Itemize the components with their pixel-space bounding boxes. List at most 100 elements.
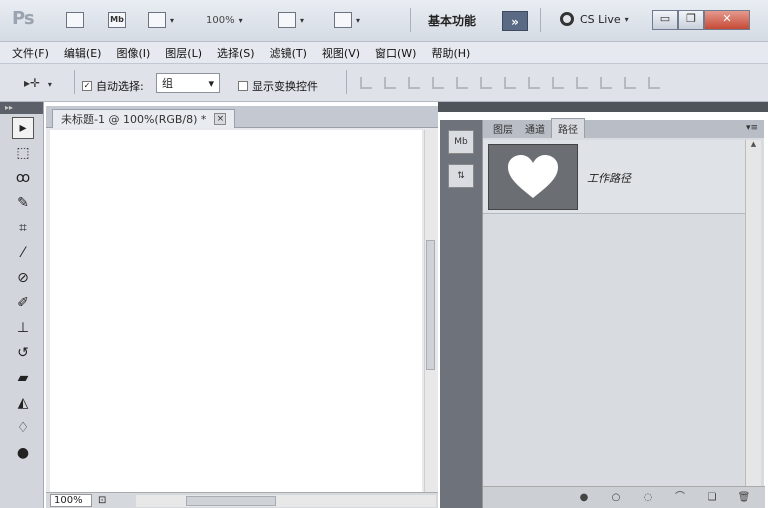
create-new-path-icon[interactable]: ❏ xyxy=(705,492,719,504)
panel-grip[interactable]: ▸▸ xyxy=(0,102,43,114)
document-tab-bar: 未标题-1 @ 100%(RGB/8) * × xyxy=(46,106,438,128)
make-work-path-icon[interactable]: ⌒ xyxy=(673,492,687,504)
document-tab[interactable]: 未标题-1 @ 100%(RGB/8) * × xyxy=(52,109,236,128)
tab-paths[interactable]: 路径 xyxy=(551,118,585,138)
distribute-top-icon[interactable] xyxy=(504,77,516,89)
document-info-icon[interactable]: ⊡ xyxy=(98,495,106,506)
align-right-icon[interactable] xyxy=(480,77,492,89)
menu-file[interactable]: 文件(F) xyxy=(12,45,49,61)
crop-tool-icon[interactable]: ⌗ xyxy=(12,217,34,239)
move-tool-icon[interactable]: ▸ xyxy=(12,117,34,139)
view-extras-icon xyxy=(148,12,166,28)
delete-path-icon[interactable]: 🗑 xyxy=(737,492,751,504)
menu-select[interactable]: 选择(S) xyxy=(217,45,255,61)
launch-mini-bridge-button[interactable]: Mb xyxy=(108,10,126,30)
align-bottom-icon[interactable] xyxy=(408,77,420,89)
panel-dock-header[interactable] xyxy=(438,102,768,112)
distribute-bottom-icon[interactable] xyxy=(552,77,564,89)
lasso-tool-icon[interactable]: ꝏ xyxy=(12,167,34,189)
arrange-documents-icon xyxy=(278,12,296,28)
distribute-left-icon[interactable] xyxy=(576,77,588,89)
tools-panel: ▸▸ ▸ ⬚ ꝏ ✎ ⌗ ⁄ ⊘ ✐ ⊥ ↺ ▰ ◭ ♢ ● xyxy=(0,102,44,508)
scroll-up-icon[interactable]: ▲ xyxy=(746,140,761,148)
menu-window[interactable]: 窗口(W) xyxy=(375,45,416,61)
photoshop-logo: Ps xyxy=(12,8,35,29)
restore-button[interactable]: ❐ xyxy=(678,10,704,30)
chevron-down-icon: ▾ xyxy=(47,80,52,89)
menu-edit[interactable]: 编辑(E) xyxy=(64,45,102,61)
status-zoom-field[interactable]: 100% xyxy=(50,494,92,507)
eyedropper-tool-icon[interactable]: ⁄ xyxy=(12,242,34,264)
launch-bridge-button[interactable] xyxy=(66,10,84,30)
screen-mode-icon xyxy=(334,12,352,28)
distribute-horizontal-center-icon[interactable] xyxy=(600,77,612,89)
healing-brush-tool-icon[interactable]: ⊘ xyxy=(12,267,34,289)
distribute-right-icon[interactable] xyxy=(624,77,636,89)
align-horizontal-center-icon[interactable] xyxy=(456,77,468,89)
mini-bridge-panel-icon[interactable]: Mb xyxy=(448,130,474,154)
auto-select-target-dropdown[interactable]: 组 ▾ xyxy=(156,73,220,93)
brush-tool-icon[interactable]: ✐ xyxy=(12,292,34,314)
distribute-vertical-center-icon[interactable] xyxy=(528,77,540,89)
quick-selection-tool-icon[interactable]: ✎ xyxy=(12,192,34,214)
panel-menu-icon[interactable]: ▾≡ xyxy=(746,123,758,133)
tab-channels[interactable]: 通道 xyxy=(519,119,551,138)
arrange-documents-button[interactable]: ▾ xyxy=(278,10,304,30)
align-left-icon[interactable] xyxy=(432,77,444,89)
auto-select-checkbox[interactable]: ✓ 自动选择: xyxy=(82,78,144,94)
chevron-down-icon: ▾ xyxy=(300,15,305,25)
align-distribute-buttons xyxy=(360,77,672,89)
auto-align-layers-icon[interactable] xyxy=(648,77,660,89)
align-vertical-center-icon[interactable] xyxy=(384,77,396,89)
workspace-switcher[interactable]: 基本功能 xyxy=(428,12,476,29)
heart-shape-icon xyxy=(508,155,558,198)
window-controls: ▭ ❐ ✕ xyxy=(652,10,750,30)
screen-mode-button[interactable]: ▾ xyxy=(334,10,360,30)
path-item[interactable]: 工作路径 xyxy=(483,140,745,214)
cs-live-button[interactable]: CS Live ▾ xyxy=(560,12,629,26)
blur-tool-icon[interactable]: ♢ xyxy=(12,417,34,439)
auto-select-value: 组 xyxy=(162,77,173,90)
close-icon[interactable]: × xyxy=(214,113,227,125)
menu-layer[interactable]: 图层(L) xyxy=(165,45,202,61)
zoom-level-dropdown[interactable]: 100% ▾ xyxy=(206,10,243,30)
panel-scrollbar[interactable]: ▲ xyxy=(745,140,761,486)
mini-bridge-icon: Mb xyxy=(108,12,126,28)
panel-tabs: 图层 通道 路径 ▾≡ xyxy=(483,118,764,138)
divider xyxy=(540,8,541,32)
workspace-overflow-button[interactable]: » xyxy=(502,11,528,31)
tool-preset-picker[interactable]: ▸✛ ▾ xyxy=(24,76,52,90)
menu-help[interactable]: 帮助(H) xyxy=(431,45,470,61)
history-brush-tool-icon[interactable]: ↺ xyxy=(12,342,34,364)
document-canvas[interactable] xyxy=(50,130,422,492)
options-bar: ▸✛ ▾ ✓ 自动选择: 组 ▾ 显示变换控件 xyxy=(0,64,768,102)
fill-path-icon[interactable]: ● xyxy=(577,492,591,504)
menu-image[interactable]: 图像(I) xyxy=(116,45,150,61)
cs-live-label: CS Live xyxy=(580,12,621,26)
paths-panel-footer: ● ○ ◌ ⌒ ❏ 🗑 xyxy=(483,486,765,508)
minimize-button[interactable]: ▭ xyxy=(652,10,678,30)
align-top-icon[interactable] xyxy=(360,77,372,89)
menu-view[interactable]: 视图(V) xyxy=(322,45,360,61)
tab-layers[interactable]: 图层 xyxy=(487,119,519,138)
eraser-tool-icon[interactable]: ▰ xyxy=(12,367,34,389)
marquee-tool-icon[interactable]: ⬚ xyxy=(12,142,34,164)
horizontal-scrollbar[interactable] xyxy=(136,494,437,507)
vertical-scrollbar[interactable] xyxy=(424,130,436,492)
cs-live-icon xyxy=(560,12,574,26)
show-transform-controls-checkbox[interactable]: 显示变换控件 xyxy=(238,78,318,94)
history-panel-icon[interactable]: ⇅ xyxy=(448,164,474,188)
path-name[interactable]: 工作路径 xyxy=(587,170,631,186)
clone-stamp-tool-icon[interactable]: ⊥ xyxy=(12,317,34,339)
scrollbar-thumb[interactable] xyxy=(186,495,277,506)
stroke-path-icon[interactable]: ○ xyxy=(609,492,623,504)
chevron-down-icon: ▾ xyxy=(624,14,629,24)
dodge-tool-icon[interactable]: ● xyxy=(12,442,34,464)
paint-bucket-tool-icon[interactable]: ◭ xyxy=(12,392,34,414)
divider xyxy=(410,8,411,32)
menu-filter[interactable]: 滤镜(T) xyxy=(270,45,307,61)
close-button[interactable]: ✕ xyxy=(704,10,750,30)
scrollbar-thumb[interactable] xyxy=(426,240,435,370)
load-path-as-selection-icon[interactable]: ◌ xyxy=(641,492,655,504)
view-extras-button[interactable]: ▾ xyxy=(148,10,174,30)
